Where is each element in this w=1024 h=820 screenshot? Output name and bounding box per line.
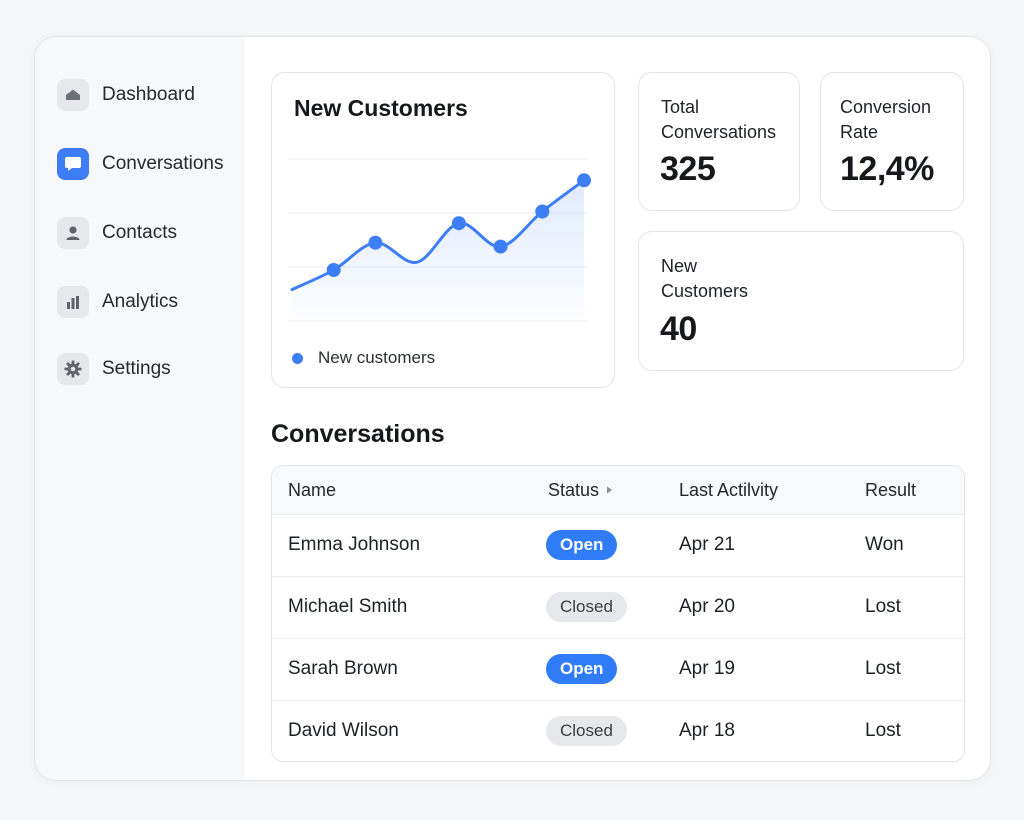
chat-bubble-icon: [57, 148, 89, 180]
status-badge: Closed: [546, 592, 627, 622]
sidebar: Dashboard Conversations Contacts Analyti…: [35, 37, 245, 780]
sidebar-item-dashboard[interactable]: Dashboard: [57, 77, 195, 113]
sidebar-item-contacts[interactable]: Contacts: [57, 215, 177, 251]
chart-data-point[interactable]: [451, 216, 466, 231]
cell-last-activity: Apr 20: [679, 596, 735, 617]
app-window: Dashboard Conversations Contacts Analyti…: [34, 36, 991, 781]
column-header-last-activity[interactable]: Last Actilvity: [679, 466, 778, 514]
sidebar-item-conversations[interactable]: Conversations: [57, 146, 223, 182]
chart-data-point[interactable]: [535, 204, 550, 219]
stat-value: 12,4%: [840, 150, 934, 188]
chart-data-point[interactable]: [326, 263, 341, 277]
sidebar-item-label: Settings: [102, 358, 171, 379]
sidebar-item-label: Contacts: [102, 222, 177, 243]
status-badge: Closed: [546, 716, 627, 746]
status-badge: Open: [546, 654, 618, 684]
cell-last-activity: Apr 21: [679, 534, 735, 555]
new-customers-line-chart: [288, 158, 591, 322]
table-header: Name Status Last Actilvity Result: [272, 466, 964, 515]
status-badge: Open: [546, 530, 618, 560]
table-row[interactable]: Emma Johnson Open Apr 21 Won: [272, 514, 964, 577]
bar-chart-icon: [57, 286, 89, 318]
cell-name: Emma Johnson: [288, 534, 421, 555]
new-customers-card: New Customers 40: [638, 231, 964, 371]
total-conversations-card: Total Conversations 325: [638, 72, 800, 211]
sidebar-item-analytics[interactable]: Analytics: [57, 284, 178, 320]
table-row[interactable]: Michael Smith Closed Apr 20 Lost: [272, 576, 964, 639]
conversion-rate-card: Conversion Rate 12,4%: [820, 72, 964, 211]
sidebar-item-label: Dashboard: [102, 84, 195, 105]
cell-result: Lost: [865, 658, 901, 679]
new-customers-chart-card: New Customers New customers: [271, 72, 615, 388]
cell-name: Sarah Brown: [288, 658, 398, 679]
chart-legend: New customers: [292, 348, 435, 368]
cell-last-activity: Apr 19: [679, 658, 735, 679]
sidebar-item-label: Conversations: [102, 153, 224, 174]
stat-label: New Customers: [661, 256, 749, 301]
home-icon: [57, 79, 89, 111]
sidebar-item-settings[interactable]: Settings: [57, 351, 171, 387]
column-header-result[interactable]: Result: [865, 466, 916, 514]
person-icon: [57, 217, 89, 249]
stat-label: Total Conversations: [661, 97, 777, 142]
chart-area-fill: [292, 180, 584, 317]
sort-arrow-icon: [607, 486, 613, 494]
stat-label: Conversion Rate: [840, 97, 932, 142]
table-row[interactable]: Sarah Brown Open Apr 19 Lost: [272, 638, 964, 701]
cell-last-activity: Apr 18: [679, 720, 735, 741]
legend-label: New customers: [318, 348, 436, 367]
cell-name: Michael Smith: [288, 596, 408, 617]
gear-icon: [57, 353, 89, 385]
cell-result: Lost: [865, 720, 901, 741]
column-header-label: Status: [548, 480, 600, 500]
conversations-section-title: Conversations: [271, 420, 445, 448]
sidebar-item-label: Analytics: [102, 291, 179, 312]
chart-data-point[interactable]: [577, 173, 591, 188]
stat-value: 40: [660, 310, 697, 348]
conversations-table: Name Status Last Actilvity Result Emma J…: [271, 465, 965, 762]
cell-result: Won: [865, 534, 904, 555]
stat-value: 325: [660, 150, 716, 188]
legend-marker: [292, 352, 303, 364]
column-header-status[interactable]: Status: [548, 466, 614, 514]
column-header-name[interactable]: Name: [288, 466, 336, 514]
chart-data-point[interactable]: [368, 235, 383, 250]
cell-result: Lost: [865, 596, 901, 617]
chart-data-point[interactable]: [493, 239, 508, 254]
cell-name: David Wilson: [288, 720, 399, 741]
table-row[interactable]: David Wilson Closed Apr 18 Lost: [272, 700, 964, 761]
